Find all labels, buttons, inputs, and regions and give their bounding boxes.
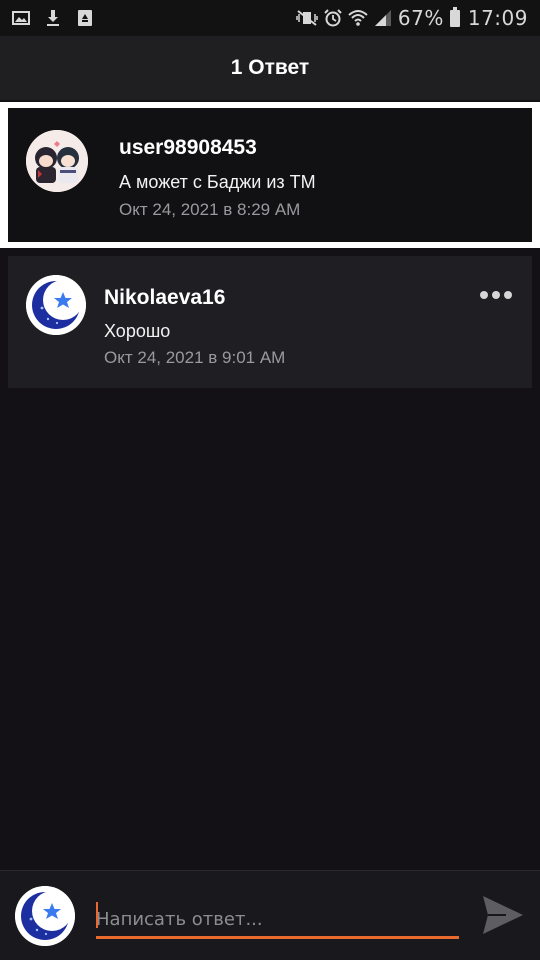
reply-input[interactable] <box>96 899 459 939</box>
parent-comment-highlight: user98908453 А может с Баджи из ТМ Окт 2… <box>0 102 540 248</box>
battery-icon <box>449 6 460 27</box>
parent-comment[interactable]: user98908453 А может с Баджи из ТМ Окт 2… <box>8 108 532 242</box>
page-title: 1 Ответ <box>230 56 310 79</box>
avatar[interactable] <box>26 275 86 335</box>
more-horizontal-icon <box>480 291 488 299</box>
reply-username[interactable]: Nikolaeva16 <box>104 286 225 310</box>
battery-percent: 67% <box>397 6 444 30</box>
comment-username[interactable]: user98908453 <box>119 136 257 160</box>
status-bar: 67% 17:09 <box>0 0 540 36</box>
anime-couple-avatar-icon <box>26 130 88 192</box>
alarm-icon <box>324 9 342 27</box>
reply-comment[interactable]: Nikolaeva16 Хорошо Окт 24, 2021 в 9:01 A… <box>8 256 532 388</box>
wifi-icon <box>348 10 368 26</box>
comment-timestamp: Окт 24, 2021 в 8:29 AM <box>119 200 301 219</box>
clock: 17:09 <box>467 6 528 30</box>
mute-vibrate-icon <box>296 10 318 26</box>
reply-text: Хорошо <box>104 321 171 341</box>
moon-star-avatar-icon <box>15 886 75 946</box>
avatar <box>15 886 75 946</box>
reply-composer <box>0 870 540 960</box>
status-right-icons: 67% 17:09 <box>296 6 528 30</box>
send-button[interactable] <box>480 892 526 938</box>
more-options-button[interactable] <box>480 290 512 300</box>
comment-text: А может с Баджи из ТМ <box>119 172 316 192</box>
avatar[interactable] <box>26 130 88 192</box>
text-caret <box>96 902 98 928</box>
app-header: 1 Ответ <box>0 36 540 100</box>
moon-star-avatar-icon <box>26 275 86 335</box>
recycle-icon <box>78 10 92 26</box>
status-left-icons <box>12 9 94 27</box>
send-icon <box>483 896 523 934</box>
download-icon <box>47 10 59 26</box>
signal-icon <box>374 10 391 26</box>
reply-timestamp: Окт 24, 2021 в 9:01 AM <box>104 348 286 367</box>
image-icon <box>12 11 30 25</box>
